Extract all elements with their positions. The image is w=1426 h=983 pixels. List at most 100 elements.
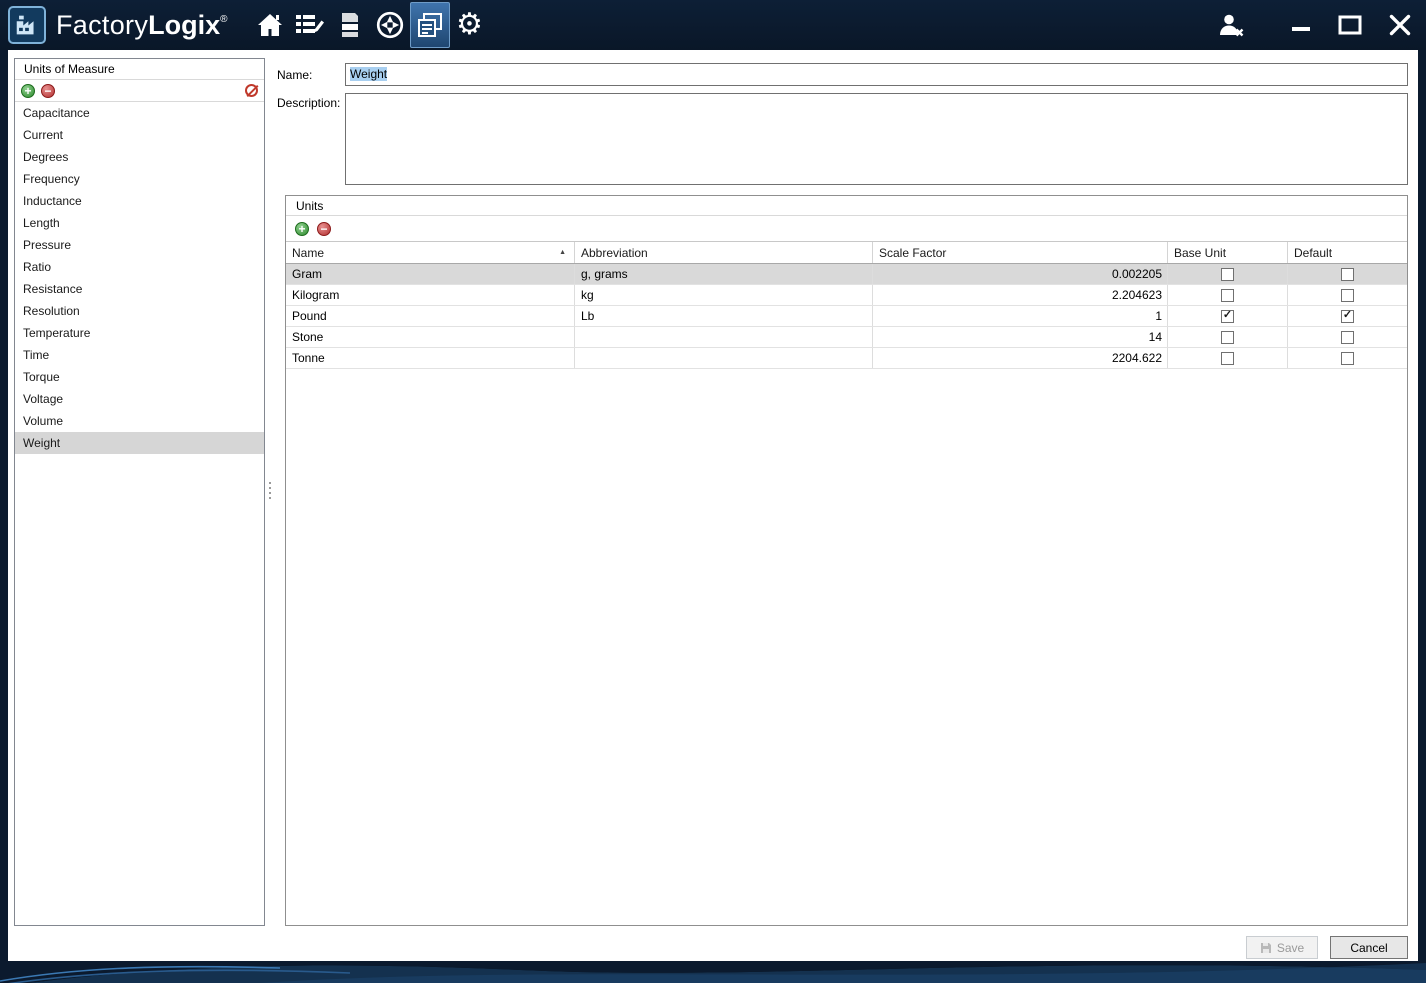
sidebar-item-current[interactable]: Current bbox=[15, 124, 264, 146]
app-title: FactoryLogix® bbox=[56, 9, 228, 40]
units-of-measure-panel: Units of Measure + − Capacitance Current D… bbox=[14, 58, 265, 926]
units-toolbar: + − bbox=[286, 216, 1407, 241]
default-checkbox[interactable] bbox=[1341, 267, 1354, 281]
unit-abbreviation-cell: Lb bbox=[575, 306, 873, 326]
documents-stack-icon[interactable] bbox=[330, 2, 370, 48]
sidebar-item-pressure[interactable]: Pressure bbox=[15, 234, 264, 256]
name-label: Name: bbox=[277, 68, 313, 82]
add-unit-icon[interactable]: + bbox=[295, 221, 309, 236]
save-label: Save bbox=[1276, 940, 1305, 955]
description-row: Description: bbox=[277, 93, 1408, 185]
sidebar-item-temperature[interactable]: Temperature bbox=[15, 322, 264, 344]
sidebar-toolbar: + − bbox=[15, 80, 264, 102]
column-header-base-unit[interactable]: Base Unit bbox=[1168, 242, 1288, 263]
save-button[interactable]: Save bbox=[1246, 936, 1318, 959]
name-input[interactable]: Weight bbox=[345, 63, 1408, 86]
sidebar-item-volume[interactable]: Volume bbox=[15, 410, 264, 432]
selected-text: Weight bbox=[350, 67, 388, 81]
description-input[interactable] bbox=[345, 93, 1408, 185]
units-table: Name ▲ Abbreviation Scale Factor Base Un… bbox=[286, 241, 1407, 369]
unit-scale-factor-cell: 0.002205 bbox=[873, 264, 1168, 284]
sidebar-item-length[interactable]: Length bbox=[15, 212, 264, 234]
main-nav: ⚙ bbox=[250, 0, 490, 50]
cancel-button[interactable]: Cancel bbox=[1330, 936, 1408, 959]
app-logo-icon bbox=[8, 6, 46, 44]
unit-name-cell: Pound bbox=[286, 306, 575, 326]
unit-scale-factor-cell: 14 bbox=[873, 327, 1168, 347]
unit-abbreviation-cell bbox=[575, 327, 873, 347]
no-edit-icon[interactable] bbox=[245, 84, 258, 97]
window-controls bbox=[1218, 13, 1412, 37]
column-header-abbreviation[interactable]: Abbreviation bbox=[575, 242, 873, 263]
reports-icon[interactable] bbox=[409, 2, 450, 48]
default-checkbox[interactable] bbox=[1341, 351, 1354, 365]
units-table-row[interactable]: Pound Lb 1 bbox=[286, 306, 1407, 327]
sidebar-item-capacitance[interactable]: Capacitance bbox=[15, 102, 264, 124]
splitter-grip-icon bbox=[268, 482, 271, 502]
unit-scale-factor-cell: 2.204623 bbox=[873, 285, 1168, 305]
panel-splitter[interactable] bbox=[266, 58, 273, 926]
base-unit-checkbox[interactable] bbox=[1221, 288, 1234, 302]
default-checkbox[interactable] bbox=[1341, 288, 1354, 302]
base-unit-checkbox[interactable] bbox=[1221, 309, 1234, 323]
content-area: Units of Measure + − Capacitance Current D… bbox=[8, 50, 1418, 961]
sidebar-item-degrees[interactable]: Degrees bbox=[15, 146, 264, 168]
default-checkbox[interactable] bbox=[1341, 330, 1354, 344]
sidebar-item-frequency[interactable]: Frequency bbox=[15, 168, 264, 190]
unit-default-cell bbox=[1288, 285, 1407, 305]
minimize-button[interactable] bbox=[1290, 15, 1312, 35]
remove-measure-icon[interactable]: − bbox=[41, 83, 55, 98]
base-unit-checkbox[interactable] bbox=[1221, 330, 1234, 344]
unit-base-cell bbox=[1168, 264, 1288, 284]
column-header-default[interactable]: Default bbox=[1288, 242, 1407, 263]
settings-gear-icon[interactable]: ⚙ bbox=[450, 2, 490, 48]
unit-name-cell: Stone bbox=[286, 327, 575, 347]
sidebar-item-resistance[interactable]: Resistance bbox=[15, 278, 264, 300]
base-unit-checkbox[interactable] bbox=[1221, 267, 1234, 281]
sidebar-item-inductance[interactable]: Inductance bbox=[15, 190, 264, 212]
unit-default-cell bbox=[1288, 264, 1407, 284]
add-measure-icon[interactable]: + bbox=[21, 83, 35, 98]
close-button[interactable] bbox=[1388, 13, 1412, 37]
sidebar-item-weight[interactable]: Weight bbox=[15, 432, 264, 454]
unit-default-cell bbox=[1288, 348, 1407, 368]
save-disk-icon bbox=[1260, 942, 1271, 953]
unit-abbreviation-cell: g, grams bbox=[575, 264, 873, 284]
worksheet-edit-icon[interactable] bbox=[290, 2, 330, 48]
column-header-name[interactable]: Name ▲ bbox=[286, 242, 575, 263]
maximize-button[interactable] bbox=[1338, 15, 1362, 35]
sidebar-item-ratio[interactable]: Ratio bbox=[15, 256, 264, 278]
units-table-row[interactable]: Kilogram kg 2.204623 bbox=[286, 285, 1407, 306]
sort-ascending-icon: ▲ bbox=[559, 249, 566, 256]
measure-editor: Name: Weight Description: Units + − Name bbox=[273, 58, 1408, 961]
unit-name-cell: Tonne bbox=[286, 348, 575, 368]
unit-base-cell bbox=[1168, 306, 1288, 326]
column-label: Name bbox=[292, 245, 325, 260]
gear-glyph: ⚙ bbox=[456, 8, 483, 41]
remove-unit-icon[interactable]: − bbox=[317, 221, 331, 236]
unit-name-cell: Kilogram bbox=[286, 285, 575, 305]
compass-icon[interactable] bbox=[370, 2, 410, 48]
units-group-title: Units bbox=[286, 196, 1407, 216]
sidebar-item-torque[interactable]: Torque bbox=[15, 366, 264, 388]
swoosh-decoration bbox=[0, 961, 1426, 983]
measure-list: Capacitance Current Degrees Frequency Induct… bbox=[15, 102, 264, 454]
panel-title: Units of Measure bbox=[15, 59, 264, 80]
units-table-row[interactable]: Stone 14 bbox=[286, 327, 1407, 348]
sidebar-item-time[interactable]: Time bbox=[15, 344, 264, 366]
sidebar-item-resolution[interactable]: Resolution bbox=[15, 300, 264, 322]
footer-actions: Save Cancel bbox=[285, 936, 1408, 959]
titlebar: FactoryLogix® ⚙ bbox=[0, 0, 1426, 50]
default-checkbox[interactable] bbox=[1341, 309, 1354, 323]
units-table-row[interactable]: Tonne 2204.622 bbox=[286, 348, 1407, 369]
name-row: Name: Weight bbox=[277, 63, 1408, 86]
units-table-header: Name ▲ Abbreviation Scale Factor Base Un… bbox=[286, 242, 1407, 264]
home-icon[interactable] bbox=[250, 2, 290, 48]
unit-scale-factor-cell: 2204.622 bbox=[873, 348, 1168, 368]
sidebar-item-voltage[interactable]: Voltage bbox=[15, 388, 264, 410]
column-header-scale-factor[interactable]: Scale Factor bbox=[873, 242, 1168, 263]
logout-user-icon[interactable] bbox=[1218, 13, 1246, 37]
unit-abbreviation-cell: kg bbox=[575, 285, 873, 305]
units-table-row[interactable]: Gram g, grams 0.002205 bbox=[286, 264, 1407, 285]
base-unit-checkbox[interactable] bbox=[1221, 351, 1234, 365]
